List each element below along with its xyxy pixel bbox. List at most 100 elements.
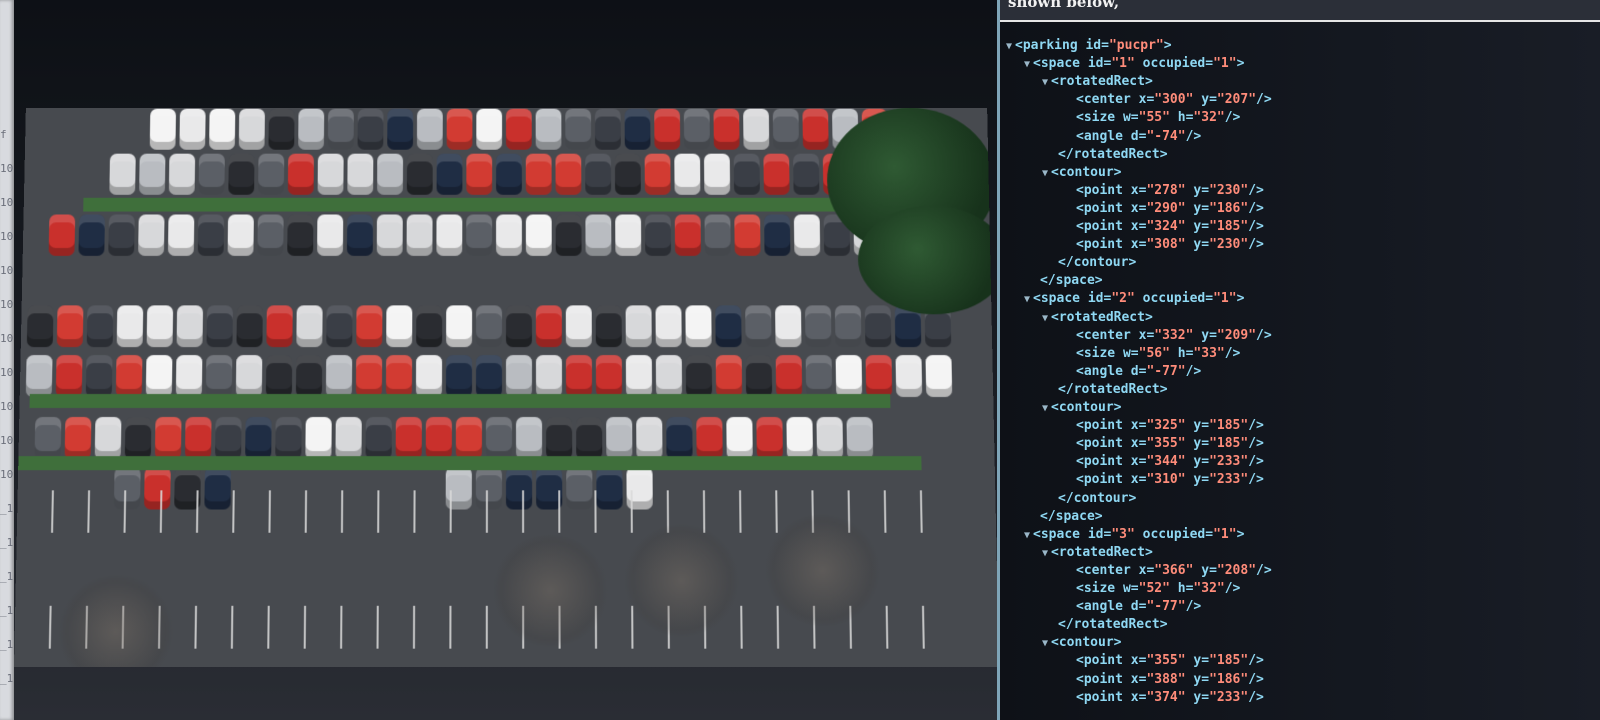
triangle-down-icon[interactable]: ▼ <box>1024 59 1030 70</box>
xml-attr-name: y= <box>1185 219 1210 234</box>
xml-attr-name: id= <box>1080 56 1112 72</box>
parked-car <box>772 108 799 150</box>
xml-attr-name: x= <box>1122 200 1147 216</box>
xml-attr-name: x= <box>1130 562 1155 578</box>
xml-attr-name: y= <box>1185 472 1210 488</box>
xml-attr-value: "32" <box>1193 110 1225 126</box>
parked-car <box>385 355 413 397</box>
xml-line: <center x="300" y="207"/> <box>1076 91 1272 109</box>
parked-car <box>205 355 233 397</box>
line-number: f <box>0 128 7 141</box>
parked-car-row <box>20 354 953 398</box>
xml-line: ▼ <contour> <box>1042 164 1121 183</box>
bare-tree <box>761 514 884 627</box>
xml-attr-value: "1" <box>1213 291 1237 307</box>
xml-line: ▼ <parking id="pucpr"> <box>1006 37 1172 56</box>
parked-car <box>576 417 603 460</box>
parked-car <box>197 214 225 256</box>
parked-car <box>416 305 443 348</box>
parked-car <box>606 417 633 460</box>
header-strip: shown below, <box>1000 0 1600 22</box>
line-number: 10 <box>0 468 14 481</box>
line-number: _10 <box>0 536 14 549</box>
xml-attr-value: "1" <box>1111 56 1135 72</box>
triangle-down-icon[interactable]: ▼ <box>1042 313 1048 324</box>
triangle-down-icon[interactable]: ▼ <box>1042 77 1048 88</box>
xml-attr-value: "344" <box>1146 454 1186 470</box>
xml-tag: <contour <box>1051 400 1114 415</box>
xml-attr-name: w= <box>1115 110 1139 126</box>
xml-tag: <angle <box>1076 599 1123 615</box>
xml-attr-value: "208" <box>1216 562 1257 578</box>
parked-car <box>298 108 325 150</box>
triangle-down-icon[interactable]: ▼ <box>1042 168 1048 179</box>
xml-attr-value: "-77" <box>1146 599 1186 615</box>
xml-tag: </rotatedRect <box>1058 146 1160 162</box>
xml-attr-name: id= <box>1080 291 1112 307</box>
xml-tag: <center <box>1076 562 1131 578</box>
line-number: _11 <box>0 638 14 651</box>
xml-attr-name: d= <box>1122 599 1147 615</box>
parked-car <box>546 417 573 460</box>
parked-car <box>506 305 532 348</box>
xml-attr-value: "2" <box>1111 291 1135 307</box>
parked-car <box>925 355 953 397</box>
xml-tag-close: > <box>1163 38 1172 53</box>
parked-car <box>335 417 362 460</box>
parked-car <box>505 355 533 397</box>
line-number: _10 <box>0 502 14 515</box>
xml-attr-name: d= <box>1122 128 1147 144</box>
parked-car <box>305 417 332 460</box>
parked-car <box>357 108 384 150</box>
xml-tag: <space <box>1033 526 1080 542</box>
xml-tag-close: > <box>1128 490 1137 506</box>
parked-car <box>835 355 863 397</box>
xml-line: ▼ <rotatedRect> <box>1042 73 1153 92</box>
xml-tag-close: /> <box>1224 581 1241 596</box>
triangle-down-icon[interactable]: ▼ <box>1024 530 1030 541</box>
parked-car <box>703 153 731 195</box>
parked-car <box>86 305 114 348</box>
triangle-down-icon[interactable]: ▼ <box>1024 294 1030 305</box>
xml-tag-close: > <box>1144 74 1153 90</box>
xml-attr-name: y= <box>1193 92 1217 108</box>
xml-attr-name: x= <box>1130 92 1155 108</box>
header-text: shown below, <box>1008 0 1120 11</box>
xml-attr-name: x= <box>1122 671 1147 687</box>
triangle-down-icon[interactable]: ▼ <box>1042 638 1048 649</box>
parked-car <box>802 108 829 150</box>
xml-attr-value: "355" <box>1146 436 1186 452</box>
xml-attr-name: occupied= <box>1134 526 1214 542</box>
parked-car <box>834 305 862 348</box>
xml-tag-close: /> <box>1185 128 1202 144</box>
xml-attr-value: "308" <box>1146 237 1186 253</box>
xml-attr-value: "209" <box>1216 327 1257 343</box>
xml-line: </space> <box>1040 508 1103 526</box>
parked-car <box>525 214 552 256</box>
xml-code-panel[interactable]: shown below, ▼ <parking id="pucpr"> ▼ <spac… <box>1000 0 1600 720</box>
parked-car <box>674 153 701 195</box>
xml-tag-close: /> <box>1248 671 1264 687</box>
xml-attr-name: x= <box>1122 454 1147 470</box>
parked-car <box>347 153 374 195</box>
xml-tag-close: > <box>1159 146 1168 162</box>
xml-attr-value: "332" <box>1154 327 1194 343</box>
parked-car <box>485 417 513 460</box>
parked-car <box>268 108 295 150</box>
image-viewer-panel[interactable] <box>14 0 997 720</box>
xml-line: <center x="332" y="209"/> <box>1076 327 1272 345</box>
parked-car <box>734 214 761 256</box>
line-number: 10 <box>0 400 14 413</box>
parked-car <box>895 355 923 397</box>
triangle-down-icon[interactable]: ▼ <box>1042 548 1048 559</box>
triangle-down-icon[interactable]: ▼ <box>1042 403 1048 414</box>
xml-attr-name: x= <box>1122 182 1147 198</box>
triangle-down-icon[interactable]: ▼ <box>1006 41 1012 52</box>
parked-car <box>666 417 693 460</box>
parked-car <box>287 153 314 195</box>
xml-line: <size w="56" h="33"/> <box>1076 345 1240 363</box>
parked-car <box>227 214 254 256</box>
xml-attr-name: x= <box>1122 436 1147 452</box>
parked-car <box>265 355 293 397</box>
parked-car <box>356 305 383 348</box>
